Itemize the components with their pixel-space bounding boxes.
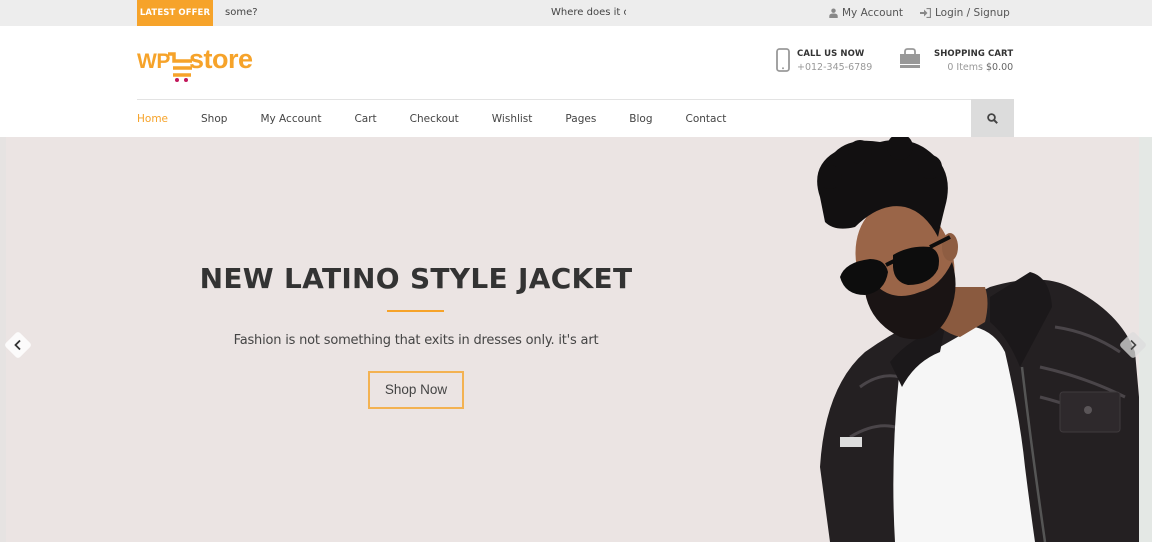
mobile-phone-icon (776, 48, 790, 72)
hero-model-image (817, 137, 1139, 542)
nav-item-home[interactable]: Home (137, 113, 168, 125)
user-icon (829, 8, 838, 18)
hero-left-edge (0, 137, 6, 542)
shopping-cart-title: SHOPPING CART (934, 49, 1014, 59)
chevron-left-icon (14, 339, 21, 351)
my-account-link[interactable]: My Account (829, 7, 903, 19)
ticker-item[interactable]: Where does it co (551, 0, 626, 26)
sign-in-icon (920, 8, 932, 18)
hero-subtitle: Fashion is not something that exits in d… (233, 333, 599, 348)
call-us-title: CALL US NOW (797, 49, 865, 59)
phone-number[interactable]: +012-345-6789 (797, 61, 872, 74)
nav-item-shop[interactable]: Shop (201, 113, 227, 125)
search-icon (987, 113, 998, 124)
nav-item-contact[interactable]: Contact (686, 113, 727, 125)
ticker-item[interactable]: some? (225, 0, 258, 26)
login-signup-link[interactable]: Login / Signup (920, 7, 1010, 19)
nav-item-blog[interactable]: Blog (629, 113, 652, 125)
chevron-right-icon (1130, 339, 1137, 351)
logo-store-text: store (189, 44, 253, 74)
latest-offer-badge: LATEST OFFER (137, 0, 213, 26)
login-signup-label: Login / Signup (935, 7, 1010, 19)
nav-item-checkout[interactable]: Checkout (410, 113, 459, 125)
call-us-block: CALL US NOW +012-345-6789 (776, 48, 872, 74)
hero-slider: NEW LATINO STYLE JACKET Fashion is not s… (0, 137, 1152, 542)
my-account-label: My Account (842, 7, 904, 19)
shopping-cart-block[interactable]: SHOPPING CART 0 Items $0.00 (899, 48, 1013, 74)
shop-now-button[interactable]: Shop Now (368, 371, 464, 409)
cart-summary: 0 Items $0.00 (934, 61, 1013, 74)
top-bar: LATEST OFFER some? Where does it co My A… (0, 0, 1152, 26)
top-links: My Account Login / Signup (829, 0, 1027, 26)
main-nav: Home Shop My Account Cart Checkout Wishl… (137, 100, 726, 137)
offer-ticker: some? Where does it co (213, 0, 626, 26)
cart-item-count: 0 Items (947, 62, 983, 73)
nav-item-pages[interactable]: Pages (565, 113, 596, 125)
nav-item-wishlist[interactable]: Wishlist (492, 113, 533, 125)
slider-prev-button[interactable] (3, 330, 33, 360)
search-button[interactable] (971, 99, 1014, 138)
hero-title: NEW LATINO STYLE JACKET (199, 262, 633, 295)
nav-item-cart[interactable]: Cart (354, 113, 376, 125)
site-logo[interactable]: WP store (137, 44, 253, 82)
nav-item-my-account[interactable]: My Account (260, 113, 321, 125)
shopping-bag-icon (900, 48, 920, 68)
hero-divider (387, 310, 444, 312)
logo-wp-text: WP (137, 50, 170, 73)
cart-total: $0.00 (986, 62, 1014, 73)
